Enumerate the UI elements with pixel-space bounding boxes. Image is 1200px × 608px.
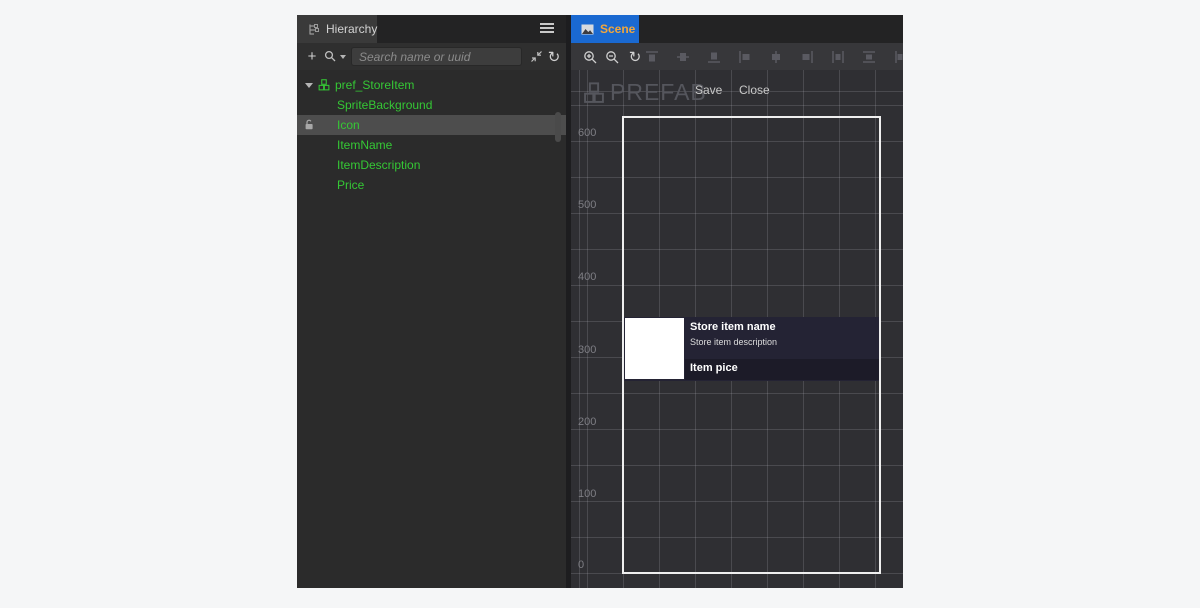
search-filter-caret-icon[interactable]	[340, 55, 346, 59]
tree-item-label: Icon	[337, 115, 360, 135]
scene-panel: Scene ↻	[571, 15, 903, 588]
tree-item-price[interactable]: Price	[297, 175, 566, 195]
tree-item-label: SpriteBackground	[337, 95, 432, 115]
store-item-description-text[interactable]: Store item description	[690, 337, 777, 347]
tree-item-itemname[interactable]: ItemName	[297, 135, 566, 155]
tab-hierarchy[interactable]: Hierarchy	[297, 15, 377, 43]
hierarchy-panel: Hierarchy + ↻	[297, 15, 566, 588]
collapse-all-icon[interactable]	[527, 48, 545, 66]
prefab-watermark: PREFAB	[583, 79, 707, 106]
hierarchy-scrollbar[interactable]	[555, 112, 561, 142]
align-vcenter-icon[interactable]	[674, 48, 692, 66]
align-top-icon[interactable]	[643, 48, 661, 66]
reset-view-icon[interactable]: ↻	[626, 48, 644, 66]
tab-hierarchy-label: Hierarchy	[326, 22, 377, 36]
align-bottom-icon[interactable]	[705, 48, 723, 66]
scene-canvas[interactable]: PREFAB Save Close 600 500 400 300 200 10…	[571, 70, 903, 588]
add-node-button[interactable]: +	[303, 48, 321, 66]
align-right-icon[interactable]	[798, 48, 816, 66]
prefab-icon	[318, 79, 330, 91]
editor-window: Hierarchy + ↻	[297, 15, 903, 588]
ruler-label-300: 300	[578, 344, 604, 357]
tree-item-spritebackground[interactable]: SpriteBackground	[297, 95, 566, 115]
prefab-watermark-label: PREFAB	[610, 79, 707, 106]
zoom-in-icon[interactable]	[581, 48, 599, 66]
hierarchy-tree: pref_StoreItem SpriteBackground Icon Ite…	[297, 70, 566, 588]
distribute-vertical-icon[interactable]	[860, 48, 878, 66]
ruler-label-500: 500	[578, 199, 604, 212]
save-button[interactable]: Save	[695, 83, 722, 97]
distribute-horizontal-icon[interactable]	[829, 48, 847, 66]
search-input[interactable]	[351, 47, 522, 66]
hierarchy-tabbar: Hierarchy	[297, 15, 566, 43]
tree-item-label: Price	[337, 175, 364, 195]
expand-arrow-icon[interactable]	[305, 83, 313, 88]
ruler-label-200: 200	[578, 416, 604, 429]
search-filter-icon[interactable]	[321, 48, 339, 66]
tree-item-label: ItemName	[337, 135, 392, 155]
align-hcenter-icon[interactable]	[767, 48, 785, 66]
tree-item-icon[interactable]: Icon	[297, 115, 566, 135]
refresh-icon[interactable]: ↻	[545, 48, 563, 66]
store-item-name-text[interactable]: Store item name	[690, 321, 776, 333]
ruler-label-100: 100	[578, 488, 604, 501]
tab-scene[interactable]: Scene	[571, 15, 639, 43]
prefab-cube-icon	[583, 82, 605, 104]
tree-item-label: pref_StoreItem	[335, 75, 414, 95]
align-left-icon[interactable]	[736, 48, 754, 66]
ruler-label-0: 0	[578, 559, 604, 572]
tree-item-label: ItemDescription	[337, 155, 420, 175]
close-button[interactable]: Close	[739, 83, 770, 97]
hierarchy-icon	[307, 23, 320, 36]
tree-item-itemdescription[interactable]: ItemDescription	[297, 155, 566, 175]
ruler-label-400: 400	[578, 271, 604, 284]
scene-tabbar: Scene	[571, 15, 903, 43]
scene-toolbar: ↻	[571, 43, 903, 70]
hierarchy-toolbar: + ↻	[297, 43, 566, 70]
ruler-label-600: 600	[578, 127, 604, 140]
store-item-icon-sprite[interactable]	[625, 318, 684, 379]
store-item-price-text[interactable]: Item pice	[690, 362, 738, 374]
tab-scene-label: Scene	[600, 22, 635, 36]
scene-image-icon	[581, 24, 594, 35]
lock-icon[interactable]	[304, 119, 315, 131]
zoom-out-icon[interactable]	[603, 48, 621, 66]
tree-item-pref-storeitem[interactable]: pref_StoreItem	[297, 75, 566, 95]
distribute-center-icon[interactable]	[891, 48, 903, 66]
panel-menu-icon[interactable]	[540, 23, 554, 35]
